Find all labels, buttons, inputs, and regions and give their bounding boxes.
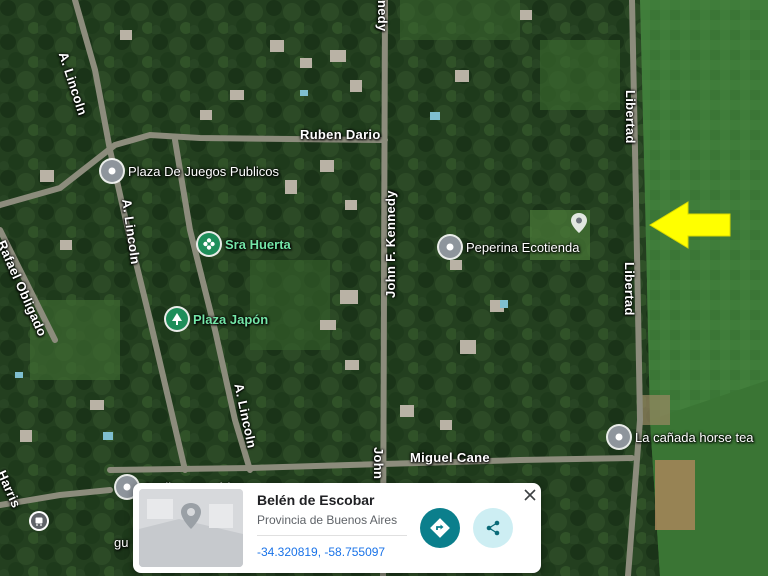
poi-plaza-japon[interactable]: Plaza Japón (166, 308, 268, 330)
thumbnail-image (139, 489, 243, 567)
transit-stop[interactable] (31, 513, 47, 529)
road-label-john-f-kennedy: John F. Kennedy (383, 190, 398, 298)
road-label-libertad: Libertad (622, 262, 637, 316)
park-icon (166, 308, 188, 330)
coordinates-link[interactable]: -34.320819, -58.755097 (257, 545, 385, 559)
location-info-card[interactable]: Belén de Escobar Provincia de Buenos Air… (133, 483, 541, 573)
poi-label: Plaza Japón (193, 311, 269, 327)
poi-sra-huerta[interactable]: Sra Huerta (198, 233, 291, 255)
directions-button[interactable] (420, 508, 460, 548)
road-label-miguel-cane: Miguel Cane (410, 450, 490, 465)
road-label-john: John (371, 447, 386, 480)
arrow-icon (649, 201, 731, 249)
poi-la-canada-horse[interactable]: La cañada horse tea (608, 426, 754, 448)
pin-icon (571, 213, 587, 233)
road-label-kennedy: nedy (375, 0, 390, 32)
poi-gu[interactable]: gu (114, 535, 128, 550)
garden-icon (198, 233, 220, 255)
share-icon (486, 520, 500, 536)
poi-label: La cañada horse tea (635, 429, 754, 445)
close-icon (524, 489, 536, 501)
poi-label: gu (114, 535, 129, 550)
poi-label: Plaza De Juegos Publicos (128, 163, 280, 179)
divider (257, 535, 407, 536)
close-button[interactable] (521, 486, 539, 504)
road-label-ruben-dario: Ruben Dario (300, 127, 381, 142)
poi-unnamed[interactable] (570, 213, 588, 233)
street-view-thumbnail[interactable] (139, 489, 243, 567)
pin-icon (608, 426, 630, 448)
poi-plaza-de-juegos[interactable]: Plaza De Juegos Publicos (101, 160, 279, 182)
directions-icon (430, 518, 450, 538)
pin-icon (101, 160, 123, 182)
place-subtitle: Provincia de Buenos Aires (257, 513, 398, 527)
poi-peperina-ecotienda[interactable]: Peperina Ecotienda (439, 236, 579, 258)
share-button[interactable] (473, 508, 513, 548)
poi-label: Peperina Ecotienda (466, 239, 580, 255)
poi-label: Sra Huerta (225, 236, 291, 252)
place-title: Belén de Escobar (257, 492, 375, 508)
pin-icon (439, 236, 461, 258)
transit-icon (31, 513, 47, 529)
road-label-libertad: Libertad (623, 90, 638, 144)
